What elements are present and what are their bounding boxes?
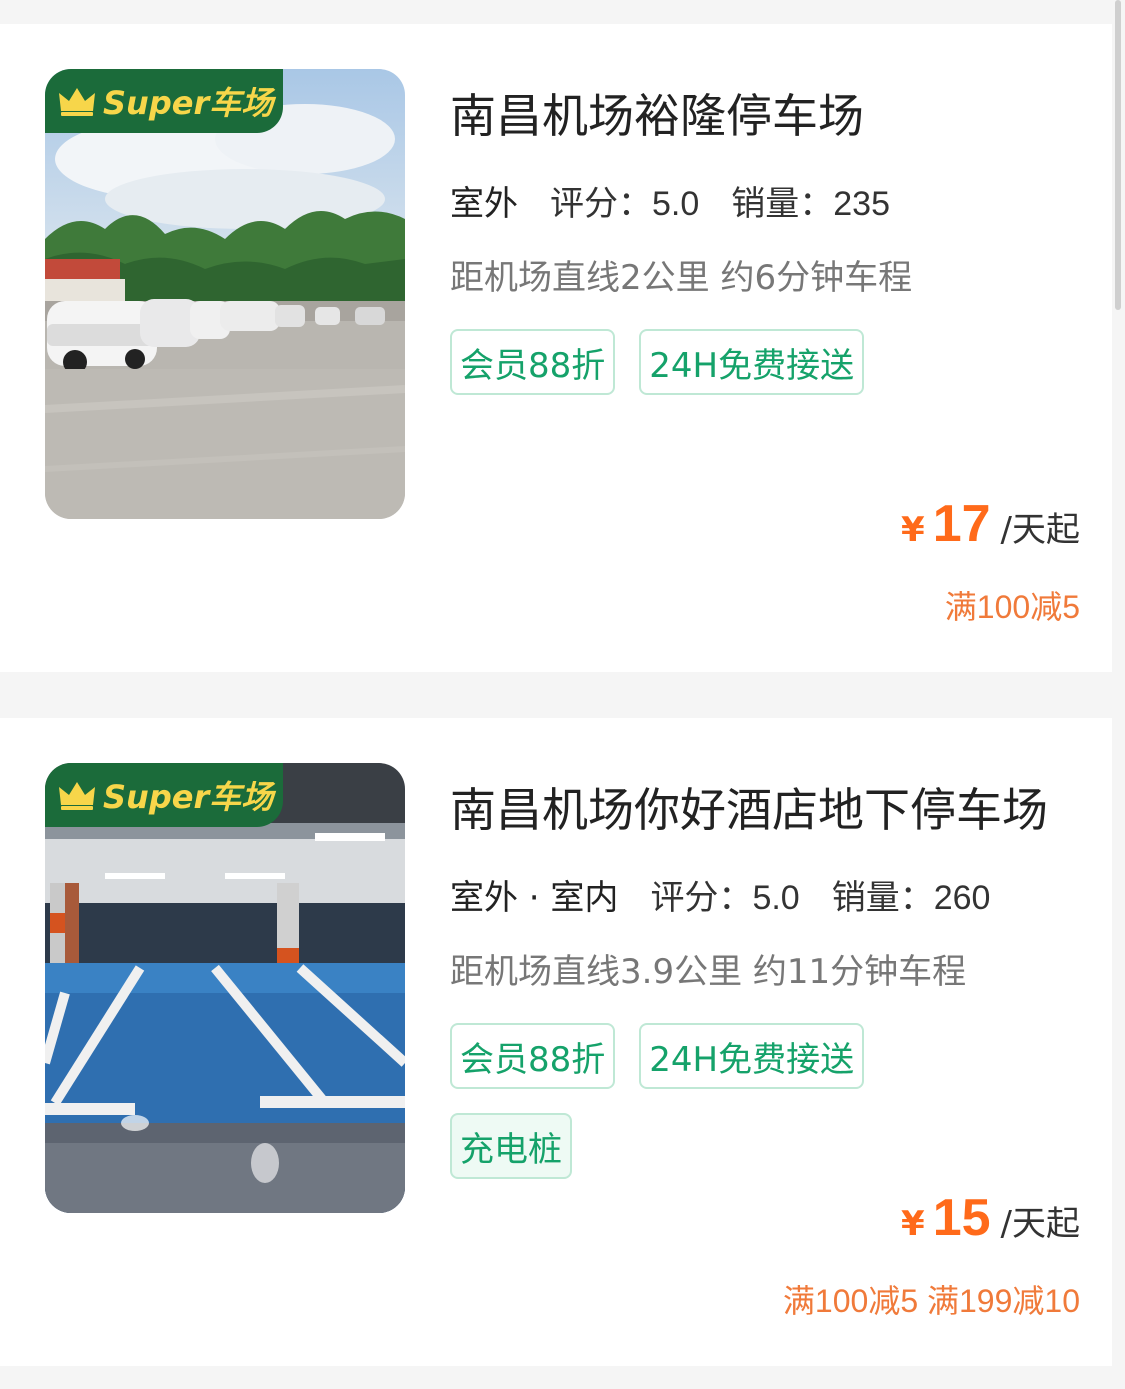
listing-title[interactable]: 南昌机场你好酒店地下停车场 [450, 774, 1048, 840]
price-unit: /天起 [1000, 510, 1080, 550]
rating-label: 评分： [550, 184, 652, 224]
lot-type: 室外 · 室内 [450, 870, 619, 925]
currency-symbol: ¥ [901, 1204, 925, 1244]
badge-label: Super车场 [103, 778, 274, 816]
distance-info: 距机场直线3.9公里 约11分钟车程 [450, 952, 967, 992]
sales-value: 235 [833, 185, 890, 223]
crown-icon [59, 88, 95, 116]
crown-icon [59, 782, 95, 810]
super-parking-badge: Super车场 [45, 763, 283, 827]
badge-label: Super车场 [103, 84, 274, 122]
scrollbar[interactable] [1115, 0, 1121, 310]
price-value: 17 [932, 495, 991, 553]
parking-listing-card[interactable]: Super车场 南昌机场你好酒店地下停车场 室外 · 室内 评分： 5.0 销量… [0, 718, 1112, 1366]
tag-member-discount: 会员88折 [450, 1023, 616, 1089]
lot-type: 室外 [450, 176, 518, 231]
listing-title[interactable]: 南昌机场裕隆停车场 [450, 80, 864, 146]
sales-label: 销量： [831, 878, 934, 918]
rating-value: 5.0 [752, 879, 800, 917]
sales-value: 260 [933, 879, 991, 917]
tag-member-discount: 会员88折 [450, 329, 616, 395]
sales-label: 销量： [731, 184, 834, 224]
rating-value: 5.0 [652, 185, 700, 223]
tag-free-shuttle: 24H免费接送 [639, 329, 865, 395]
tag-list: 会员88折 24H免费接送 充电桩 [450, 1023, 970, 1179]
discount-info: 满100减5 [944, 589, 1080, 625]
price: ¥ 15 /天起 [901, 1188, 1080, 1248]
listing-meta: 室外 评分： 5.0 销量： 235 [450, 176, 922, 231]
price: ¥ 17 /天起 [901, 494, 1080, 554]
parking-lot-photo: Super车场 [45, 69, 405, 519]
parking-lot-photo: Super车场 [45, 763, 405, 1213]
listing-meta: 室外 · 室内 评分： 5.0 销量： 260 [450, 870, 1022, 925]
tag-free-shuttle: 24H免费接送 [639, 1023, 865, 1089]
currency-symbol: ¥ [901, 510, 925, 550]
tag-list: 会员88折 24H免费接送 [450, 329, 970, 395]
distance-info: 距机场直线2公里 约6分钟车程 [450, 258, 913, 298]
price-value: 15 [932, 1189, 991, 1247]
super-parking-badge: Super车场 [45, 69, 283, 133]
parking-listing-card[interactable]: Super车场 南昌机场裕隆停车场 室外 评分： 5.0 销量： 235 距机场… [0, 24, 1112, 672]
price-unit: /天起 [1000, 1204, 1080, 1244]
tag-charging-station: 充电桩 [450, 1113, 572, 1179]
rating-label: 评分： [650, 878, 753, 918]
discount-info: 满100减5 满199减10 [782, 1283, 1080, 1319]
